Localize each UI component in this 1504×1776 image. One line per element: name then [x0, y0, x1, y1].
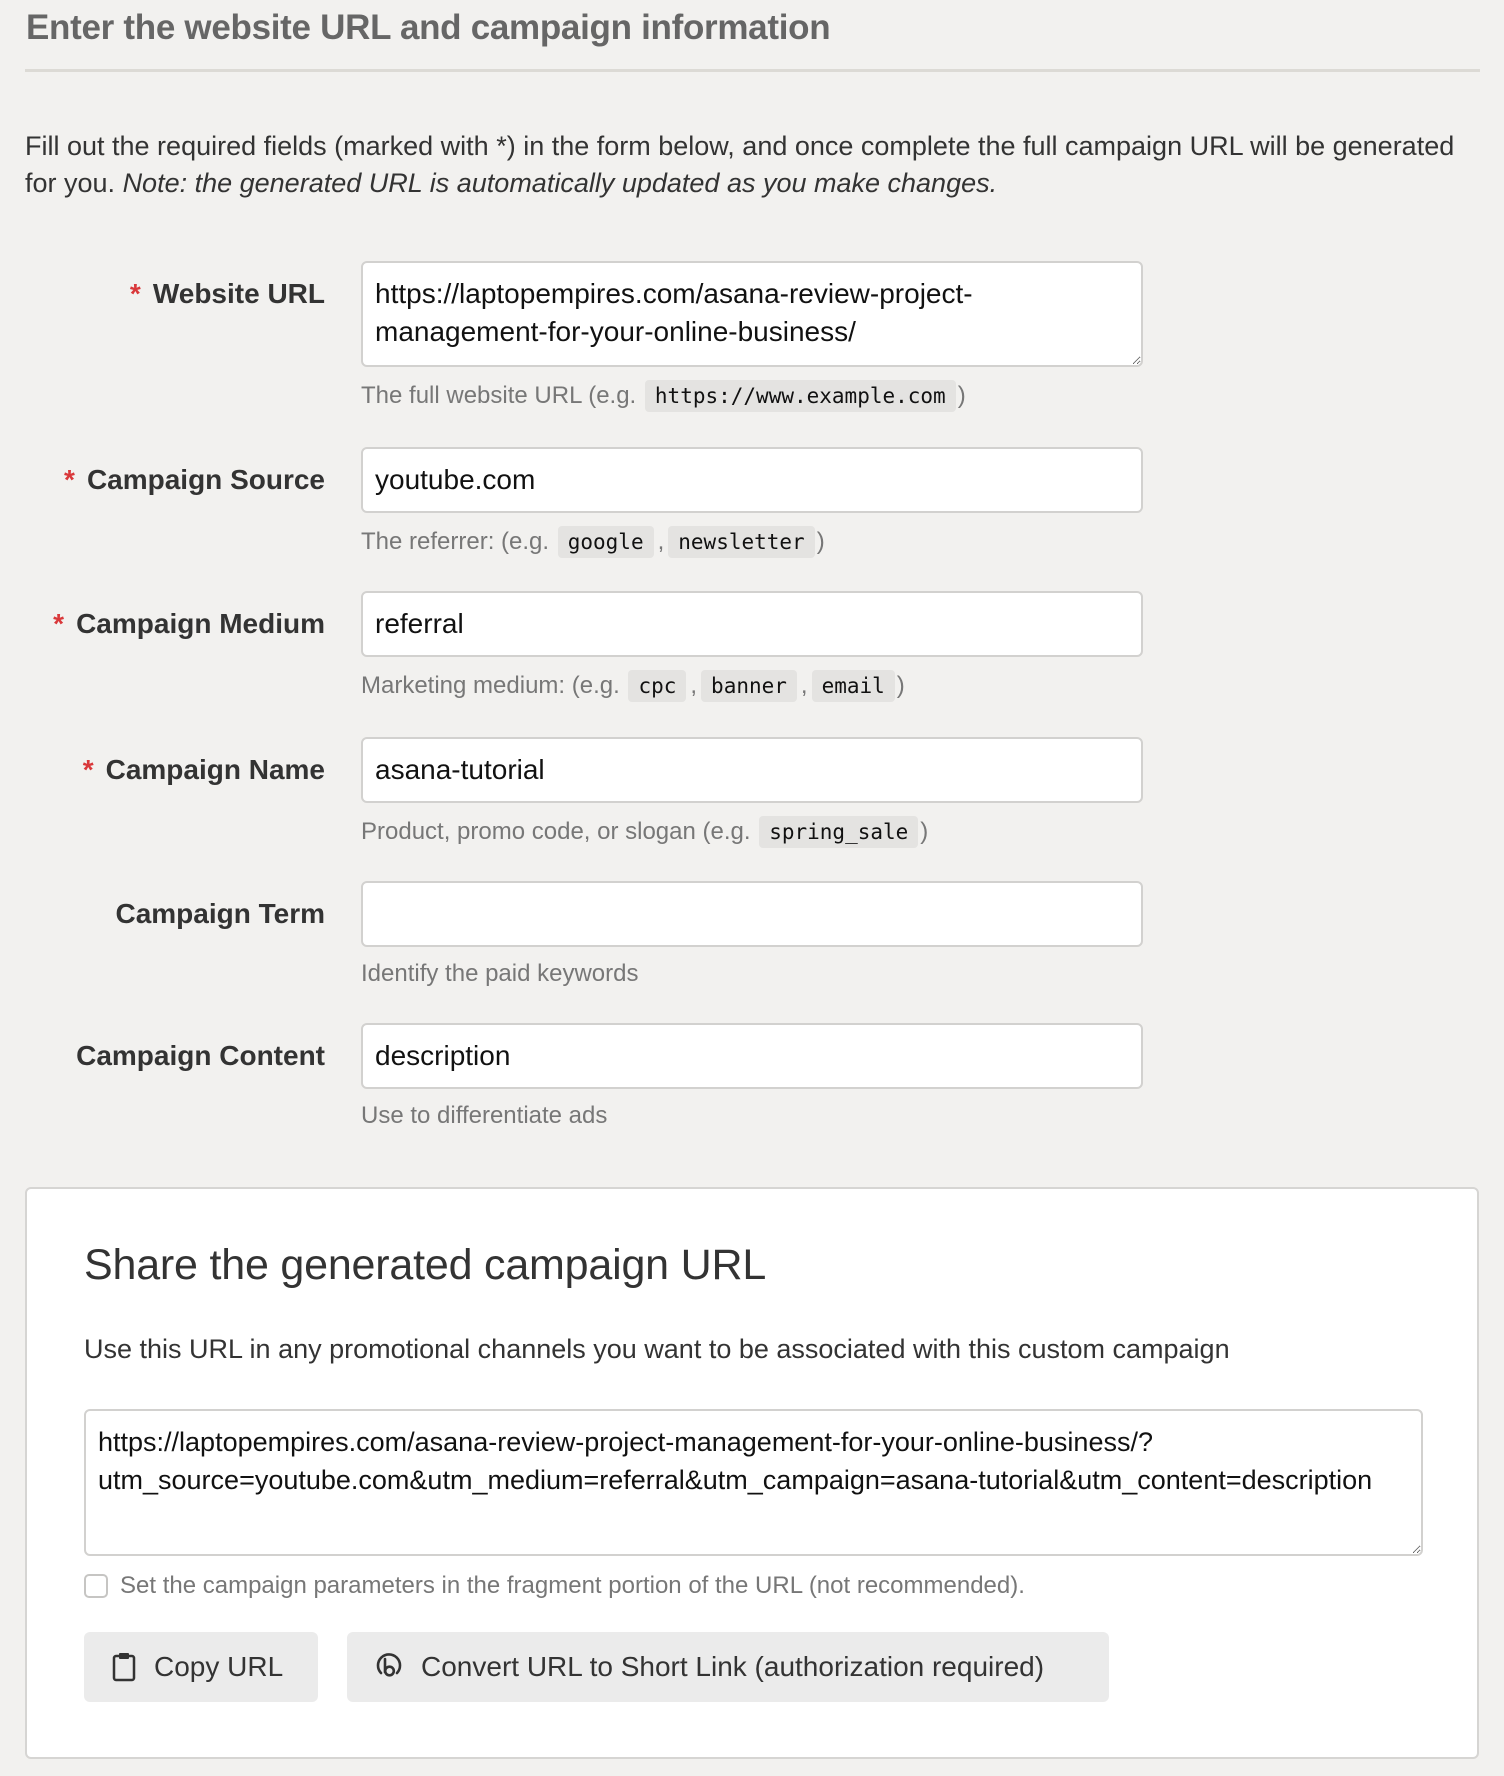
campaign-term-hint: Identify the paid keywords	[361, 960, 639, 987]
campaign-term-label: Campaign Term	[115, 898, 325, 929]
share-url-card: Share the generated campaign URL Use thi…	[25, 1187, 1479, 1759]
share-card-title: Share the generated campaign URL	[84, 1241, 767, 1289]
intro-paragraph: Fill out the required fields (marked wit…	[25, 128, 1485, 202]
campaign-name-field[interactable]	[361, 737, 1143, 803]
campaign-medium-label: * Campaign Medium	[53, 608, 325, 639]
fragment-checkbox[interactable]	[84, 1574, 108, 1598]
campaign-source-hint: The referrer: (e.g. google, newsletter)	[361, 526, 825, 558]
campaign-name-label: * Campaign Name	[82, 754, 325, 785]
required-asterisk: *	[64, 464, 75, 495]
copy-url-label: Copy URL	[154, 1651, 284, 1682]
website-url-field[interactable]	[361, 261, 1143, 367]
fragment-option[interactable]: Set the campaign parameters in the fragm…	[84, 1572, 1025, 1600]
convert-short-link-button[interactable]: Convert URL to Short Link (authorization…	[347, 1632, 1109, 1702]
bitly-icon	[375, 1653, 403, 1681]
hint-example: spring_sale	[759, 816, 919, 848]
campaign-content-hint: Use to differentiate ads	[361, 1102, 608, 1129]
campaign-medium-field[interactable]	[361, 591, 1143, 657]
generated-url-field[interactable]	[84, 1409, 1423, 1556]
clipboard-icon	[112, 1652, 136, 1682]
campaign-name-hint: Product, promo code, or slogan (e.g. spr…	[361, 816, 928, 848]
hint-example: newsletter	[668, 526, 815, 558]
campaign-url-builder-page: Enter the website URL and campaign infor…	[0, 0, 1504, 1776]
hint-example: https://www.example.com	[644, 380, 956, 412]
website-url-hint: The full website URL (e.g. https://www.e…	[361, 380, 966, 412]
copy-url-button[interactable]: Copy URL	[84, 1632, 318, 1702]
website-url-label: * Website URL	[129, 278, 325, 309]
share-card-description: Use this URL in any promotional channels…	[84, 1334, 1230, 1364]
hint-example: cpc	[628, 670, 687, 702]
required-asterisk: *	[129, 278, 141, 309]
section-title: Enter the website URL and campaign infor…	[26, 8, 831, 47]
convert-short-link-label: Convert URL to Short Link (authorization…	[421, 1651, 1045, 1682]
hint-example: google	[557, 526, 654, 558]
hint-example: email	[811, 670, 895, 702]
required-asterisk: *	[53, 608, 65, 639]
campaign-content-label: Campaign Content	[76, 1040, 325, 1071]
required-asterisk: *	[82, 754, 94, 785]
campaign-source-field[interactable]	[361, 447, 1143, 513]
campaign-content-field[interactable]	[361, 1023, 1143, 1089]
campaign-source-label: * Campaign Source	[64, 464, 325, 495]
fragment-checkbox-label: Set the campaign parameters in the fragm…	[120, 1572, 1025, 1599]
intro-note: Note: the generated URL is automatically…	[122, 168, 998, 198]
campaign-term-field[interactable]	[361, 881, 1143, 947]
hint-example: banner	[701, 670, 797, 702]
campaign-medium-hint: Marketing medium: (e.g. cpc, banner, email…	[361, 670, 905, 702]
section-divider	[25, 69, 1480, 72]
